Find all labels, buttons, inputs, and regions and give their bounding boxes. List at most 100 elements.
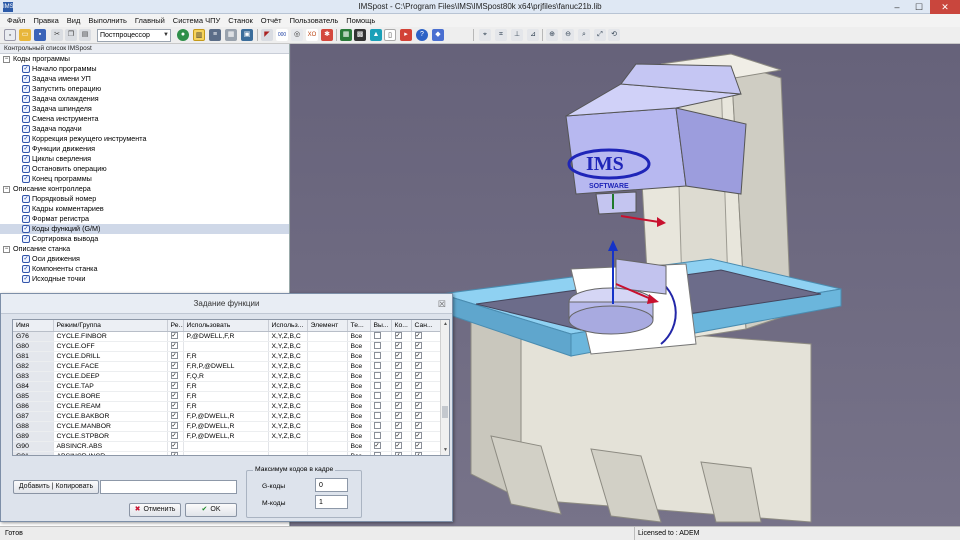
table-row[interactable]: G81 CYCLE.DRILL ✓ F,R X,Y,Z,B,C Все ✓ ✓	[13, 351, 442, 362]
table-icon[interactable]: ▦	[340, 29, 352, 41]
col-name[interactable]: Имя	[13, 320, 54, 332]
cell-re-checkbox[interactable]: ✓	[170, 452, 178, 455]
table-row[interactable]: G91ABSINCR.INCR✓Все✓✓	[13, 451, 442, 455]
collapse-icon[interactable]: −	[3, 185, 10, 193]
cell-use[interactable]: F,P,@DWELL,R	[183, 411, 269, 422]
close-icon[interactable]: ✕	[930, 0, 960, 14]
ok-button[interactable]: ✔ OK	[185, 503, 237, 517]
cell-ko-checkbox[interactable]: ✓	[394, 402, 402, 410]
tree-item[interactable]: ✓ Смена инструмента	[0, 114, 289, 124]
cell-re-checkbox[interactable]: ✓	[170, 372, 178, 380]
cell-ko-checkbox[interactable]: ✓	[394, 392, 402, 400]
cell-re-checkbox[interactable]: ✓	[170, 412, 178, 420]
help-icon[interactable]: ?	[416, 29, 428, 41]
cell-te[interactable]: Все	[347, 381, 371, 392]
maximize-icon[interactable]: ☐	[908, 0, 930, 14]
col-use[interactable]: Использовать	[183, 320, 269, 332]
cell-name[interactable]: G88	[13, 421, 54, 432]
view-front-icon[interactable]: ⌖	[479, 29, 491, 41]
processor-combo[interactable]: Постпроцессор ▼	[97, 29, 171, 42]
tree-item[interactable]: ✓ Задача подачи	[0, 124, 289, 134]
cell-san-checkbox[interactable]: ✓	[414, 332, 422, 340]
table-row[interactable]: G85 CYCLE.BORE ✓ F,R X,Y,Z,B,C Все ✓ ✓	[13, 391, 442, 402]
fit-view-icon[interactable]: ⤢	[594, 29, 606, 41]
cancel-button[interactable]: ✖ Отменить	[129, 503, 181, 517]
cell-ko-checkbox[interactable]: ✓	[394, 452, 402, 455]
cell-re-checkbox[interactable]: ✓	[170, 352, 178, 360]
cell-output-checkbox[interactable]	[373, 342, 381, 350]
dialog-close-icon[interactable]: ☒	[438, 294, 446, 314]
cell-element[interactable]	[307, 441, 348, 452]
cell-output-checkbox[interactable]	[373, 382, 381, 390]
col-re[interactable]: Ре...	[167, 320, 184, 332]
cell-te[interactable]: Все	[347, 401, 371, 412]
cell-san-checkbox[interactable]: ✓	[414, 342, 422, 350]
cell-san-checkbox[interactable]: ✓	[414, 432, 422, 440]
cell-san-checkbox[interactable]: ✓	[414, 362, 422, 370]
cell-used[interactable]	[268, 451, 308, 455]
tree-item[interactable]: ✓ Порядковый номер	[0, 194, 289, 204]
menu-report[interactable]: Отчёт	[257, 14, 286, 27]
cell-te[interactable]: Все	[347, 341, 371, 352]
cell-element[interactable]	[307, 451, 348, 455]
cell-used[interactable]: X,Y,Z,B,C	[268, 381, 308, 392]
cell-name[interactable]: G83	[13, 371, 54, 382]
cell-name[interactable]: G84	[13, 381, 54, 392]
tree-item[interactable]: ✓ Функции движения	[0, 144, 289, 154]
scroll-up-icon[interactable]: ▲	[441, 320, 449, 329]
tree-item[interactable]: ✓ Компоненты станка	[0, 264, 289, 274]
cell-name[interactable]: G89	[13, 431, 54, 442]
cell-san-checkbox[interactable]: ✓	[414, 442, 422, 450]
cell-mode[interactable]: ABSINCR.INCR	[53, 451, 168, 455]
cell-used[interactable]: X,Y,Z,B,C	[268, 371, 308, 382]
cell-used[interactable]	[268, 441, 308, 452]
cell-mode[interactable]: CYCLE.OFF	[53, 341, 168, 352]
cell-use[interactable]: F,P,@DWELL,R	[183, 431, 269, 442]
rotate-view-icon[interactable]: ⟲	[608, 29, 620, 41]
collapse-icon[interactable]: −	[3, 245, 10, 253]
grid-scrollbar[interactable]: ▲ ▼	[440, 320, 449, 455]
grid-icon[interactable]: ▦	[225, 29, 237, 41]
cell-name[interactable]: G80	[13, 341, 54, 352]
cell-output-checkbox[interactable]	[373, 432, 381, 440]
report-icon[interactable]: ▣	[241, 29, 253, 41]
tree-item[interactable]: ✓ Оси движения	[0, 254, 289, 264]
cell-san-checkbox[interactable]: ✓	[414, 422, 422, 430]
cell-element[interactable]	[307, 401, 348, 412]
spreadsheet-icon[interactable]: ▩	[354, 29, 366, 41]
col-used[interactable]: Использ...	[268, 320, 308, 332]
cell-name[interactable]: G90	[13, 441, 54, 452]
tree-item[interactable]: ✓ Сортировка вывода	[0, 234, 289, 244]
cell-mode[interactable]: CYCLE.DRILL	[53, 351, 168, 362]
menu-view[interactable]: Вид	[63, 14, 85, 27]
cell-re-checkbox[interactable]: ✓	[170, 432, 178, 440]
col-te[interactable]: Те...	[347, 320, 371, 332]
table-row[interactable]: G87 CYCLE.BAKBOR ✓ F,P,@DWELL,R X,Y,Z,B,C Все…	[13, 411, 442, 422]
cell-san-checkbox[interactable]: ✓	[414, 412, 422, 420]
menu-help[interactable]: Помощь	[342, 14, 379, 27]
table-row[interactable]: G76 CYCLE.FINBOR ✓ P,@DWELL,F,R X,Y,Z,B,C Все…	[13, 331, 442, 342]
cell-mode[interactable]: CYCLE.STPBOR	[53, 431, 168, 442]
flask-icon[interactable]: ▲	[370, 29, 382, 41]
cell-used[interactable]: X,Y,Z,B,C	[268, 361, 308, 372]
cell-use[interactable]	[183, 441, 269, 452]
cell-used[interactable]: X,Y,Z,B,C	[268, 341, 308, 352]
cell-mode[interactable]: CYCLE.MANBOR	[53, 421, 168, 432]
cell-use[interactable]: F,R	[183, 381, 269, 392]
globe-icon[interactable]: ●	[177, 29, 189, 41]
list-icon[interactable]: ▥	[193, 29, 205, 41]
minimize-icon[interactable]: –	[886, 0, 908, 14]
col-output[interactable]: Вы...	[370, 320, 392, 332]
chart-icon[interactable]: ◤	[261, 29, 273, 41]
cell-use[interactable]: F,P,@DWELL,R	[183, 421, 269, 432]
copy-icon[interactable]: ❐	[65, 29, 77, 41]
cell-element[interactable]	[307, 361, 348, 372]
cell-element[interactable]	[307, 341, 348, 352]
scroll-thumb[interactable]	[442, 406, 448, 418]
cell-mode[interactable]: CYCLE.REAM	[53, 401, 168, 412]
cell-used[interactable]: X,Y,Z,B,C	[268, 411, 308, 422]
cell-ko-checkbox[interactable]: ✓	[394, 422, 402, 430]
cell-output-checkbox[interactable]	[373, 402, 381, 410]
cell-used[interactable]: X,Y,Z,B,C	[268, 401, 308, 412]
tree-item[interactable]: ✓ Формат регистра	[0, 214, 289, 224]
